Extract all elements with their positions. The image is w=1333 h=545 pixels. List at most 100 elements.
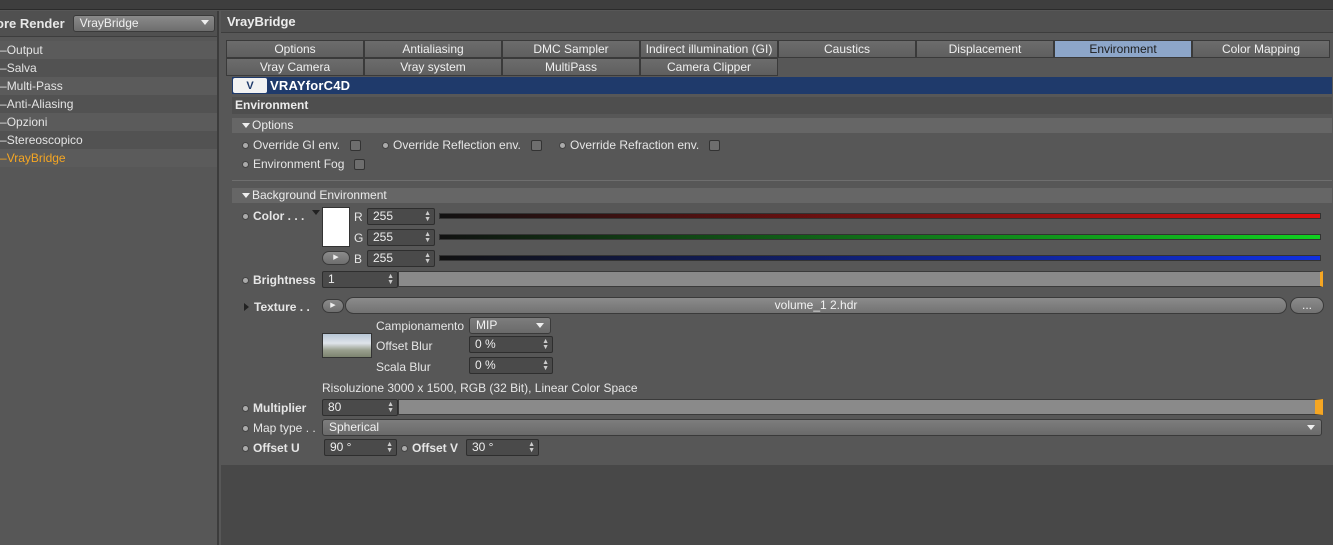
tab-antialiasing[interactable]: Antialiasing — [364, 40, 502, 58]
chevron-down-icon — [1307, 425, 1315, 430]
divider — [232, 180, 1332, 181]
brightness-row: Brightness — [242, 273, 316, 287]
color-swatch[interactable] — [322, 207, 350, 247]
vray-banner: V VRAYforC4D — [232, 77, 1332, 94]
offset-blur-field[interactable]: 0 % ▲ ▼ — [469, 336, 553, 353]
vray-logo-text: VRAYforC4D — [270, 78, 351, 93]
browse-button[interactable]: ... — [1290, 297, 1324, 314]
g-value-field[interactable]: 255 ▲ ▼ — [367, 229, 435, 246]
vraybridge-settings-panel: VrayBridge Options Antialiasing DMC Samp… — [221, 11, 1333, 465]
chevron-down-icon — [536, 323, 544, 328]
sidebar-item-stereoscopico[interactable]: –Stereoscopico — [0, 131, 217, 149]
color-menu-arrow-icon[interactable] — [312, 210, 320, 215]
panel-empty-area — [221, 465, 1333, 545]
sidebar-item-anti-aliasing[interactable]: –Anti-Aliasing — [0, 95, 217, 113]
multiplier-field[interactable]: 80 ▲ ▼ — [322, 399, 398, 416]
multiplier-label: Multiplier — [253, 401, 307, 415]
top-strip — [0, 0, 1333, 10]
tab-color-mapping[interactable]: Color Mapping — [1192, 40, 1330, 58]
map-type-row: Map type . . — [242, 421, 316, 435]
map-type-dropdown[interactable]: Spherical — [322, 419, 1322, 436]
animate-dot-icon[interactable] — [242, 404, 249, 412]
animate-dot-icon[interactable] — [559, 141, 566, 149]
texture-row: Texture . . — [244, 300, 310, 314]
chevron-down-icon — [200, 20, 209, 25]
renderer-dropdown-value: VrayBridge — [79, 16, 139, 30]
sampling-dropdown[interactable]: MIP — [469, 317, 551, 334]
sidebar-item-salva[interactable]: –Salva — [0, 59, 217, 77]
tab-vray-system[interactable]: Vray system — [364, 58, 502, 76]
tab-options[interactable]: Options — [226, 40, 364, 58]
sidebar-item-multi-pass[interactable]: –Multi-Pass — [0, 77, 217, 95]
b-slider[interactable] — [439, 255, 1321, 261]
expand-triangle-icon[interactable] — [244, 303, 249, 311]
texture-label: Texture . . — [254, 300, 310, 314]
tab-bar: Options Antialiasing DMC Sampler Indirec… — [226, 40, 1332, 76]
b-value-field[interactable]: 255 ▲ ▼ — [367, 250, 435, 267]
environment-fog-checkbox[interactable] — [354, 158, 366, 170]
animate-dot-icon[interactable] — [242, 212, 249, 220]
environment-fog-label: Environment Fog — [253, 157, 345, 171]
override-gi-row: Override GI env. — [242, 138, 362, 152]
tab-displacement[interactable]: Displacement — [916, 40, 1054, 58]
panel-title: VrayBridge — [221, 11, 1333, 33]
scale-blur-field[interactable]: 0 % ▲ ▼ — [469, 357, 553, 374]
tab-row-2: Vray Camera Vray system MultiPass Camera… — [226, 58, 1332, 76]
brightness-field[interactable]: 1 ▲ ▼ — [322, 271, 398, 288]
r-value-field[interactable]: 255 ▲ ▼ — [367, 208, 435, 225]
offset-v-row: Offset V — [401, 441, 458, 455]
tab-dmc-sampler[interactable]: DMC Sampler — [502, 40, 640, 58]
environment-fog-row: Environment Fog — [242, 157, 366, 171]
offset-u-label: Offset U — [253, 441, 300, 455]
b-label: B — [354, 252, 363, 266]
options-group-header[interactable]: Options — [232, 118, 1332, 133]
offset-v-field[interactable]: 30 ° ▲ ▼ — [466, 439, 539, 456]
tab-camera-clipper[interactable]: Camera Clipper — [640, 58, 778, 76]
vray-logo: V VRAYforC4D — [232, 77, 350, 94]
r-slider[interactable] — [439, 213, 1321, 219]
color-label: Color . . . — [253, 209, 305, 223]
sidebar-item-vraybridge[interactable]: –VrayBridge — [0, 149, 217, 167]
brightness-slider[interactable] — [398, 271, 1323, 287]
tab-multipass[interactable]: MultiPass — [502, 58, 640, 76]
texture-options-button[interactable]: ▶ — [322, 299, 344, 313]
offset-u-field[interactable]: 90 ° ▲ ▼ — [324, 439, 397, 456]
animate-dot-icon[interactable] — [242, 160, 249, 168]
animate-dot-icon[interactable] — [242, 141, 249, 149]
animate-dot-icon[interactable] — [242, 276, 249, 284]
override-refraction-label: Override Refraction env. — [570, 138, 700, 152]
offset-blur-label: Offset Blur — [376, 339, 433, 353]
multiplier-slider[interactable] — [398, 399, 1323, 415]
override-refraction-row: Override Refraction env. — [559, 138, 721, 152]
sidebar-header: ore Render VrayBridge — [0, 11, 217, 37]
sampling-label: Campionamento — [376, 319, 465, 333]
animate-dot-icon[interactable] — [382, 141, 389, 149]
color-picker-button[interactable]: ▶ — [322, 251, 350, 265]
sidebar-item-output[interactable]: –Output — [0, 41, 217, 59]
override-reflection-row: Override Reflection env. — [382, 138, 542, 152]
sidebar-item-opzioni[interactable]: –Opzioni — [0, 113, 217, 131]
animate-dot-icon[interactable] — [401, 444, 408, 452]
tab-indirect-illumination[interactable]: Indirect illumination (GI) — [640, 40, 778, 58]
sidebar-list: –Output –Salva –Multi-Pass –Anti-Aliasin… — [0, 41, 217, 167]
tab-vray-camera[interactable]: Vray Camera — [226, 58, 364, 76]
override-gi-checkbox[interactable] — [350, 139, 362, 151]
renderer-dropdown[interactable]: VrayBridge — [72, 15, 215, 32]
override-reflection-checkbox[interactable] — [530, 139, 542, 151]
tab-caustics[interactable]: Caustics — [778, 40, 916, 58]
texture-file-field[interactable]: volume_1 2.hdr — [345, 297, 1287, 314]
color-label-row: Color . . . — [242, 209, 304, 223]
texture-thumbnail — [322, 333, 372, 358]
g-label: G — [354, 231, 364, 245]
animate-dot-icon[interactable] — [242, 424, 249, 432]
override-reflection-label: Override Reflection env. — [393, 138, 521, 152]
tab-environment[interactable]: Environment — [1054, 40, 1192, 58]
options-group-title: Options — [252, 118, 294, 132]
animate-dot-icon[interactable] — [242, 444, 249, 452]
offset-v-label: Offset V — [412, 441, 459, 455]
background-group-header[interactable]: Background Environment — [232, 188, 1332, 203]
g-slider[interactable] — [439, 234, 1321, 240]
override-refraction-checkbox[interactable] — [709, 139, 721, 151]
tab-row-1: Options Antialiasing DMC Sampler Indirec… — [226, 40, 1332, 58]
sidebar-title: ore Render — [0, 16, 65, 31]
